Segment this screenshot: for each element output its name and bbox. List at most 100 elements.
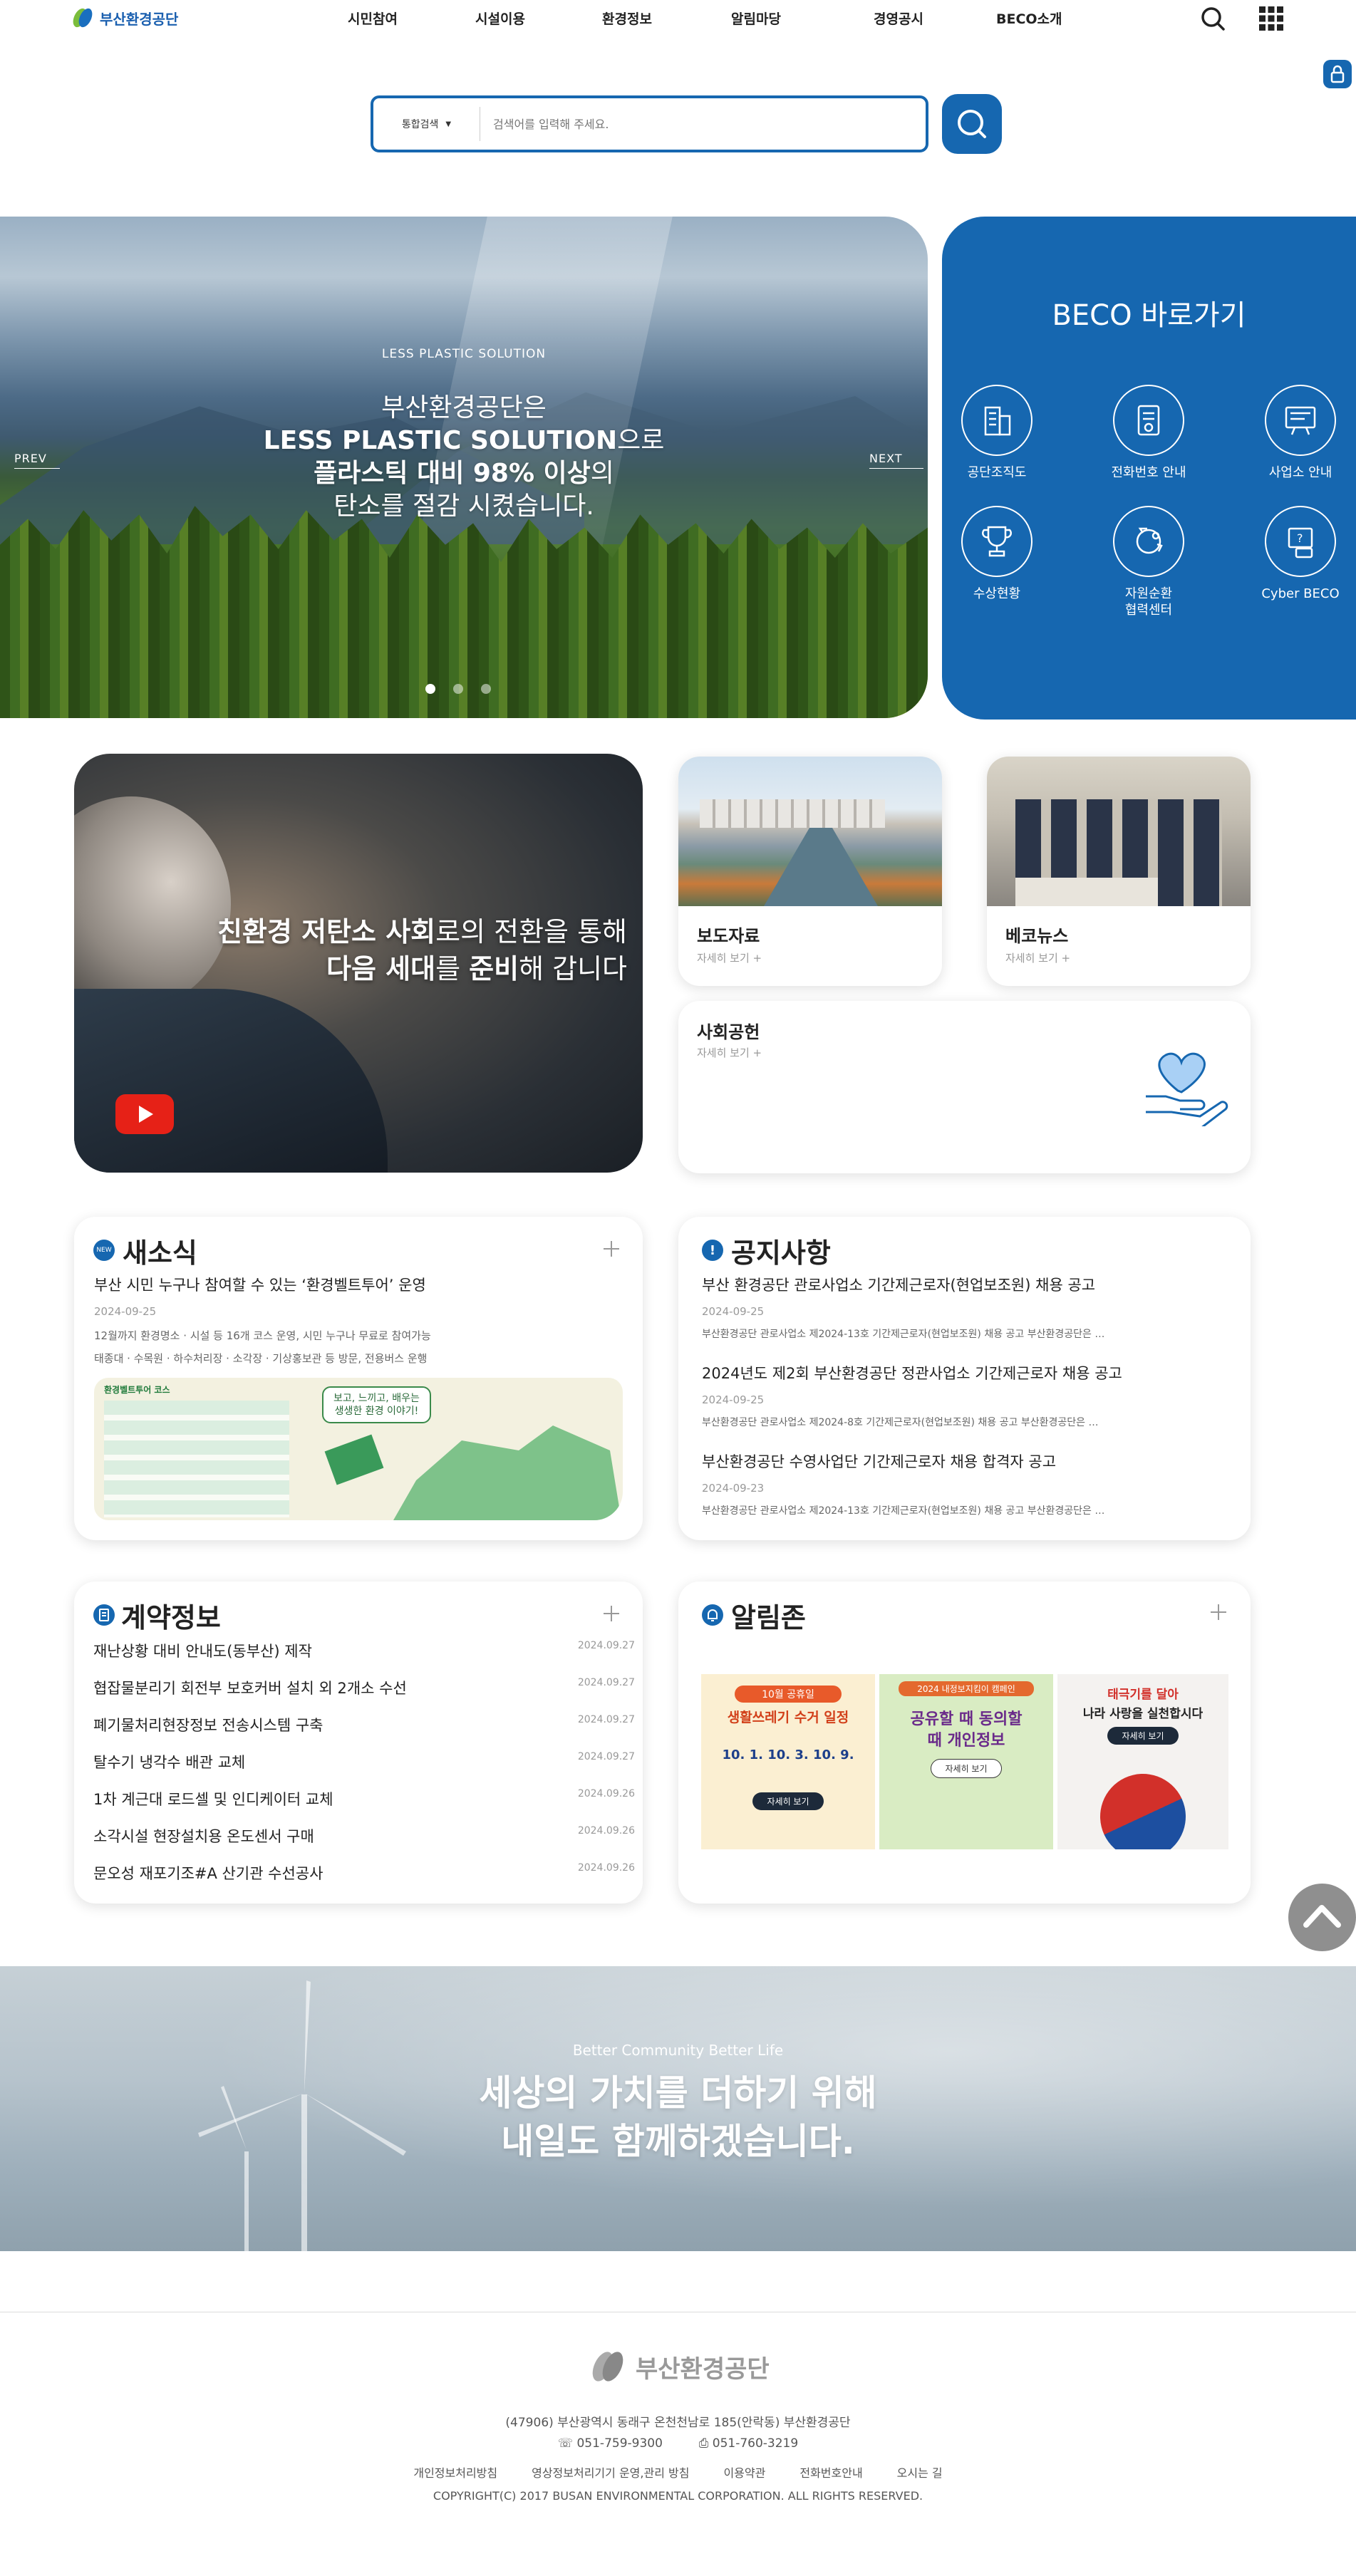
search-icon[interactable] (1199, 4, 1227, 33)
alert-card-flag[interactable]: 태극기를 달아 나라 사랑을 실천합시다 자세히 보기 (1057, 1674, 1228, 1849)
hero-line1: 부산환경공단은 (381, 393, 547, 422)
trophy-icon[interactable] (961, 506, 1032, 577)
footer-contact: ☏ 051-759-9300 ⎙ 051-760-3219 (0, 2436, 1356, 2451)
hero-subtitle: LESS PLASTIC SOLUTION (381, 347, 547, 361)
notice-item-desc: 부산환경공단 관로사업소 제2024-13호 기간제근로자(현업보조원) 채용 … (702, 1329, 1105, 1340)
hero-pager-dot[interactable] (453, 684, 463, 694)
notice-item-title[interactable]: 부산환경공단 수영사업단 기간제근로자 채용 합격자 공고 (702, 1450, 1056, 1472)
footer-link[interactable]: 전화번호안내 (799, 2463, 862, 2481)
search-bar: 통합검색 ▼ (371, 95, 928, 152)
hero-next-button[interactable]: NEXT (869, 452, 923, 469)
alert-card-button[interactable]: 자세히 보기 (752, 1792, 824, 1810)
video-line2-a: 다음 세대 (326, 953, 436, 985)
alert-card-privacy[interactable]: 2024 내정보지킴이 캠페인 공유할 때 동의할 때 개인정보 자세히 보기 (879, 1674, 1053, 1849)
plus-icon[interactable] (602, 1240, 621, 1258)
news-item-title[interactable]: 부산 시민 누구나 참여할 수 있는 ‘환경벨트투어’ 운영 (94, 1274, 426, 1295)
quicklink-label[interactable]: 사업소 안내 (1240, 464, 1356, 481)
plus-icon[interactable] (1209, 1603, 1228, 1621)
news-board: NEW 새소식 부산 시민 누구나 참여할 수 있는 ‘환경벨트투어’ 운영 2… (74, 1217, 643, 1540)
notice-item-date: 2024-09-25 (702, 1393, 765, 1406)
search-input[interactable] (480, 117, 926, 131)
news-thumbnail[interactable]: 환경벨트투어 코스 보고, 느끼고, 배우는 생생한 환경 이야기! (94, 1378, 623, 1520)
contract-board: 계약정보 (74, 1582, 643, 1904)
hero-prev-button[interactable]: PREV (14, 452, 60, 469)
lock-badge-icon[interactable] (1323, 60, 1352, 88)
thumb-map-shape (393, 1425, 621, 1520)
contract-item[interactable]: 문오성 재포기조#A 산기관 수선공사 2024.09.26 (93, 1862, 635, 1884)
plus-icon[interactable] (602, 1604, 621, 1623)
all-menu-grid-icon[interactable] (1257, 4, 1285, 33)
quicklink-label[interactable]: Cyber BECO (1240, 586, 1356, 602)
quicklink-label[interactable]: 자원순환 협력센터 (1088, 586, 1209, 618)
caret-down-icon: ▼ (445, 120, 452, 128)
site-header: 부산환경공단 시민참여 시설이용 환경정보 알림마당 경영공시 BECO소개 (0, 0, 1356, 38)
footer-address: (47906) 부산광역시 동래구 온천천남로 185(안락동) 부산환경공단 (505, 2416, 851, 2430)
social-more-link[interactable]: 자세히 보기 + (697, 1045, 762, 1060)
youtube-play-icon[interactable] (115, 1094, 174, 1134)
social-card[interactable]: 사회공헌 자세히 보기 + (678, 1001, 1251, 1173)
alert-card-button[interactable]: 자세히 보기 (931, 1759, 1002, 1778)
nav-item-facility[interactable]: 시설이용 (475, 9, 525, 28)
contract-item[interactable]: 협잡물분리기 회전부 보호커버 설치 외 2개소 수선 2024.09.27 (93, 1677, 635, 1698)
quicklink-label[interactable]: 전화번호 안내 (1088, 464, 1209, 481)
notice-item-title[interactable]: 2024년도 제2회 부산환경공단 정관사업소 기간제근로자 채용 공고 (702, 1362, 1122, 1383)
contract-item[interactable]: 1차 계근대 로드셀 및 인디케이터 교체 2024.09.26 (93, 1788, 635, 1809)
contract-item[interactable]: 폐기물처리현장정보 전송시스템 구축 2024.09.27 (93, 1714, 635, 1735)
building-icon[interactable] (961, 385, 1032, 456)
footer-link[interactable]: 오시는 길 (897, 2463, 943, 2481)
hero-pager-dot[interactable] (425, 684, 435, 694)
contract-item-date: 2024.09.27 (577, 1677, 635, 1688)
slogan-line2: 내일도 함께하겠습니다. (501, 2121, 855, 2162)
recycle-icon[interactable] (1113, 506, 1184, 577)
footer-logo-text: 부산환경공단 (636, 2354, 770, 2384)
footer-link[interactable]: 이용약관 (723, 2463, 765, 2481)
alert-card-title: 공유할 때 동의할 때 개인정보 (910, 1710, 1023, 1750)
video-line2-b: 를 (435, 953, 470, 985)
map-board-icon[interactable] (1265, 385, 1336, 456)
beco-news-boxes (1015, 878, 1158, 906)
nav-item-environment[interactable]: 환경정보 (602, 9, 652, 28)
footer-tel: 051-759-9300 (576, 2436, 663, 2451)
beco-news-card[interactable]: 베코뉴스 자세히 보기 + (987, 757, 1251, 986)
document-icon (93, 1604, 115, 1626)
alert-card-head: 태극기를 달아 (1107, 1688, 1179, 1702)
footer-link[interactable]: 개인정보처리방침 (413, 2463, 497, 2481)
press-card[interactable]: 보도자료 자세히 보기 + (678, 757, 942, 986)
contract-item[interactable]: 탈수기 냉각수 배관 교체 2024.09.27 (93, 1751, 635, 1772)
alert-card-trash-schedule[interactable]: 10월 공휴일 생활쓰레기 수거 일정 10. 1. 10. 3. 10. 9.… (701, 1674, 875, 1849)
thumb-speech-bubble: 보고, 느끼고, 배우는 생생한 환경 이야기! (322, 1386, 431, 1423)
contract-item-title: 문오성 재포기조#A 산기관 수선공사 (93, 1865, 324, 1882)
hero-line4: 탄소를 절감 시켰습니다. (333, 492, 594, 521)
bell-icon (702, 1604, 723, 1626)
contract-item[interactable]: 소각시설 현장설치용 온도센서 구매 2024.09.26 (93, 1825, 635, 1847)
press-more-link[interactable]: 자세히 보기 + (697, 950, 762, 965)
phone-book-icon[interactable] (1113, 385, 1184, 456)
news-item-desc: 태종대 · 수목원 · 하수처리장 · 소각장 · 기상홍보관 등 방문, 전용… (94, 1352, 428, 1365)
site-logo[interactable]: 부산환경공단 (71, 6, 178, 30)
nav-item-notice[interactable]: 알림마당 (731, 9, 781, 28)
quicklink-label[interactable]: 공단조직도 (936, 464, 1057, 481)
quicklink-label[interactable]: 수상현황 (936, 586, 1057, 602)
scroll-top-button[interactable] (1288, 1884, 1356, 1951)
search-submit-button[interactable] (942, 94, 1002, 154)
video-line2-d: 해 갑니다 (519, 953, 627, 985)
search-category-select[interactable]: 통합검색 ▼ (373, 107, 480, 141)
nav-item-citizen[interactable]: 시민참여 (348, 9, 398, 28)
notice-item-title[interactable]: 부산 환경공단 관로사업소 기간제근로자(현업보조원) 채용 공고 (702, 1274, 1095, 1295)
cyber-icon[interactable]: ? (1265, 506, 1336, 577)
slogan-subtitle: Better Community Better Life (572, 2042, 784, 2059)
contract-item[interactable]: 재난상황 대비 안내도(동부산) 제작 2024.09.27 (93, 1640, 635, 1661)
alert-card-button[interactable]: 자세히 보기 (1107, 1727, 1179, 1745)
hero-pager-dot[interactable] (481, 684, 491, 694)
thumb-caption: 보고, 느끼고, 배우는 (333, 1393, 420, 1404)
beco-news-more-link[interactable]: 자세히 보기 + (1005, 950, 1070, 965)
hero-line2-bold: LESS PLASTIC SOLUTION (263, 426, 618, 455)
footer-logo-leaf-icon (592, 2352, 623, 2382)
nav-item-about[interactable]: BECO소개 (996, 9, 1062, 28)
new-badge-icon: NEW (93, 1240, 115, 1261)
nav-item-management[interactable]: 경영공시 (874, 9, 923, 28)
video-line2-c: 준비 (469, 953, 519, 985)
news-item-date: 2024-09-25 (94, 1305, 157, 1318)
svg-text:?: ? (1297, 531, 1303, 545)
footer-link[interactable]: 영상정보처리기기 운영,관리 방침 (532, 2463, 689, 2481)
